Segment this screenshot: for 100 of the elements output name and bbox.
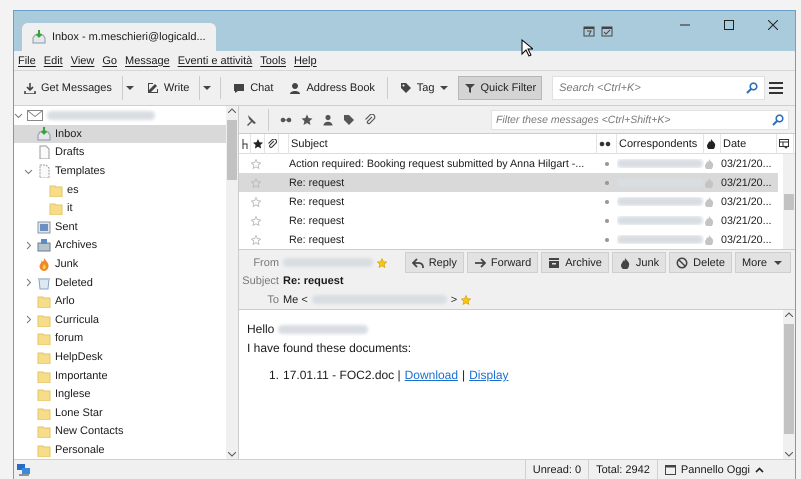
maximize-icon[interactable]: [724, 20, 734, 30]
filter-search-field[interactable]: Filter these messages <Ctrl+Shift+K>: [491, 110, 789, 130]
display-link[interactable]: Display: [469, 366, 508, 385]
person-icon[interactable]: [322, 114, 334, 126]
trash-bin-icon: [37, 276, 51, 290]
download-link[interactable]: Download: [404, 366, 458, 385]
sent-tray-icon: [37, 220, 51, 234]
toolbar-button[interactable]: Get Messages: [18, 76, 118, 100]
inbox-tray-icon: [32, 30, 46, 44]
menu-item[interactable]: Eventi e attività: [178, 54, 252, 66]
header-button[interactable]: More: [734, 252, 791, 273]
folder-item[interactable]: Curricula: [14, 310, 226, 330]
folder-icon: [37, 294, 51, 308]
folder-item[interactable]: Junk: [14, 254, 226, 274]
folder-item[interactable]: Deleted: [14, 273, 226, 292]
folder-item[interactable]: HelpDesk: [14, 348, 226, 366]
scrollbar[interactable]: [783, 310, 795, 459]
thread-icon: [241, 139, 249, 149]
dropdown-caret-icon: [126, 84, 134, 92]
star-icon: [461, 294, 472, 305]
message-subject: Re: request: [289, 234, 344, 246]
calendar-icon: [664, 464, 676, 475]
folder-icon: [37, 424, 51, 438]
star-icon: [377, 258, 387, 268]
greeting-text: Hello: [247, 321, 274, 338]
read-dot-icon: [605, 162, 609, 166]
inbox-tray-icon: [37, 126, 51, 141]
folder-item[interactable]: forum: [14, 329, 226, 348]
folder-icon: [37, 368, 51, 383]
folder-item[interactable]: Drafts: [14, 143, 226, 162]
scrollbar[interactable]: [783, 154, 795, 249]
folder-item[interactable]: Templates: [14, 162, 226, 180]
dropdown-button[interactable]: [122, 76, 137, 100]
search-field[interactable]: Search <Ctrl+K>: [552, 76, 765, 100]
message-row[interactable]: Re: request 03/21/20...: [239, 211, 778, 230]
folder-item[interactable]: Personale: [14, 440, 226, 459]
menu-icon[interactable]: [769, 82, 783, 94]
tag-icon[interactable]: [343, 114, 355, 126]
menu-item[interactable]: View: [70, 54, 94, 66]
folder-item[interactable]: Lone Star: [14, 404, 226, 422]
window-tab[interactable]: Inbox - m.meschieri@logicald...: [22, 23, 216, 51]
toolbar-button[interactable]: Write: [140, 76, 196, 100]
column-header[interactable]: Date: [723, 138, 746, 150]
header-button[interactable]: Reply: [404, 252, 464, 273]
folder-item[interactable]: es: [14, 180, 226, 199]
toolbar-button[interactable]: Quick Filter: [458, 76, 542, 100]
menu-item[interactable]: Message: [125, 54, 170, 66]
mouse-pointer-icon: [521, 39, 533, 57]
close-icon[interactable]: [768, 20, 778, 30]
prohibited-icon: [676, 256, 688, 268]
message-row[interactable]: Action required: Booking request submitted by Anna Hilgart -... 03/21/20...: [239, 154, 778, 173]
today-pane-toggle[interactable]: Pannello Oggi: [656, 460, 771, 479]
folder-item[interactable]: Arlo: [14, 292, 226, 311]
message-subject: Action required: Booking request submitted by Anna Hilgart -...: [289, 158, 584, 170]
folder-item[interactable]: Importante: [14, 366, 226, 385]
header-button[interactable]: Archive: [541, 252, 609, 273]
folder-icon: [49, 182, 63, 197]
scrollbar[interactable]: [226, 106, 238, 459]
menu-item[interactable]: Go: [102, 54, 118, 66]
menu-item[interactable]: Help: [294, 54, 317, 66]
scrollbar-thumb[interactable]: [227, 120, 237, 180]
message-row[interactable]: Re: request 03/21/20...: [239, 230, 778, 249]
menu-item[interactable]: Edit: [44, 54, 63, 66]
folder-item[interactable]: Archives: [14, 236, 226, 255]
menu-item[interactable]: Tools: [260, 54, 286, 66]
column-picker-icon: [779, 139, 789, 149]
forward-arrow-icon: [474, 256, 486, 268]
search-placeholder: Search <Ctrl+K>: [559, 82, 641, 94]
header-button[interactable]: Forward: [466, 252, 538, 273]
funnel-icon: [464, 82, 476, 94]
connection-status-icon: [17, 464, 31, 476]
paperclip-icon[interactable]: [364, 114, 376, 126]
column-header[interactable]: Correspondents: [619, 138, 698, 150]
read-dot-icon: [605, 218, 609, 222]
scrollbar-thumb[interactable]: [784, 194, 794, 210]
separator-text: |: [462, 367, 466, 384]
read-dot-icon: [605, 238, 609, 242]
toolbar-button[interactable]: Tag: [394, 76, 454, 100]
folder-icon: [37, 312, 51, 327]
toolbar-button[interactable]: Address Book: [283, 76, 381, 100]
message-row[interactable]: Re: request 03/21/20...: [239, 192, 778, 211]
header-button[interactable]: Junk: [612, 252, 666, 273]
folder-item[interactable]: Inglese: [14, 384, 226, 404]
folder-item[interactable]: New Contacts: [14, 422, 226, 441]
column-header[interactable]: Subject: [291, 138, 328, 150]
scrollbar-thumb[interactable]: [784, 324, 794, 434]
pin-icon[interactable]: [245, 114, 257, 126]
toolbar-button[interactable]: Chat: [227, 76, 280, 100]
folder-item[interactable]: Sent: [14, 218, 226, 236]
task-checklist-icon: [601, 25, 613, 37]
folder-item[interactable]: Inbox: [14, 124, 226, 144]
header-button[interactable]: Delete: [669, 252, 732, 273]
message-date: 03/21/20...: [721, 234, 772, 246]
field-label: From: [252, 256, 279, 268]
message-row[interactable]: Re: request 03/21/20...: [239, 173, 778, 192]
folder-item[interactable]: it: [14, 198, 226, 218]
document-icon: [37, 164, 51, 178]
total-count: Total: 2942: [588, 460, 657, 479]
star-icon[interactable]: [301, 114, 313, 126]
menu-item[interactable]: File: [18, 54, 36, 66]
